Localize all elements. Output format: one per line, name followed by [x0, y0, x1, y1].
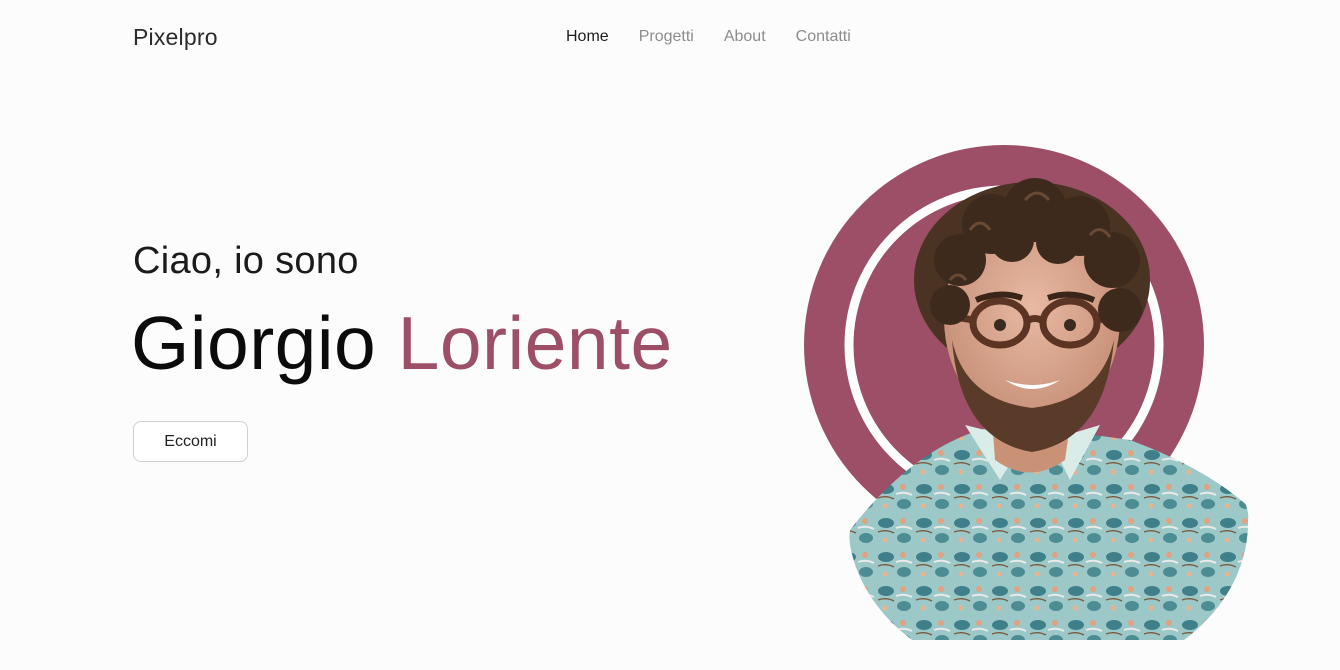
navbar: Pixelpro Home Progetti About Contatti — [0, 0, 1340, 76]
nav-link-about[interactable]: About — [724, 28, 766, 46]
portrait-image — [804, 145, 1249, 640]
hero-greeting: Ciao, io sono — [133, 240, 359, 282]
hero-last-name: Loriente — [397, 301, 673, 385]
hero-name: Giorgio Loriente — [131, 300, 673, 386]
nav-menu: Home Progetti About Contatti — [566, 28, 851, 46]
hero-first-name: Giorgio — [131, 301, 377, 385]
nav-link-progetti[interactable]: Progetti — [639, 28, 694, 46]
brand-logo[interactable]: Pixelpro — [133, 24, 218, 51]
nav-link-home[interactable]: Home — [566, 28, 609, 46]
nav-link-contatti[interactable]: Contatti — [796, 28, 851, 46]
eccomi-button[interactable]: Eccomi — [133, 421, 248, 462]
